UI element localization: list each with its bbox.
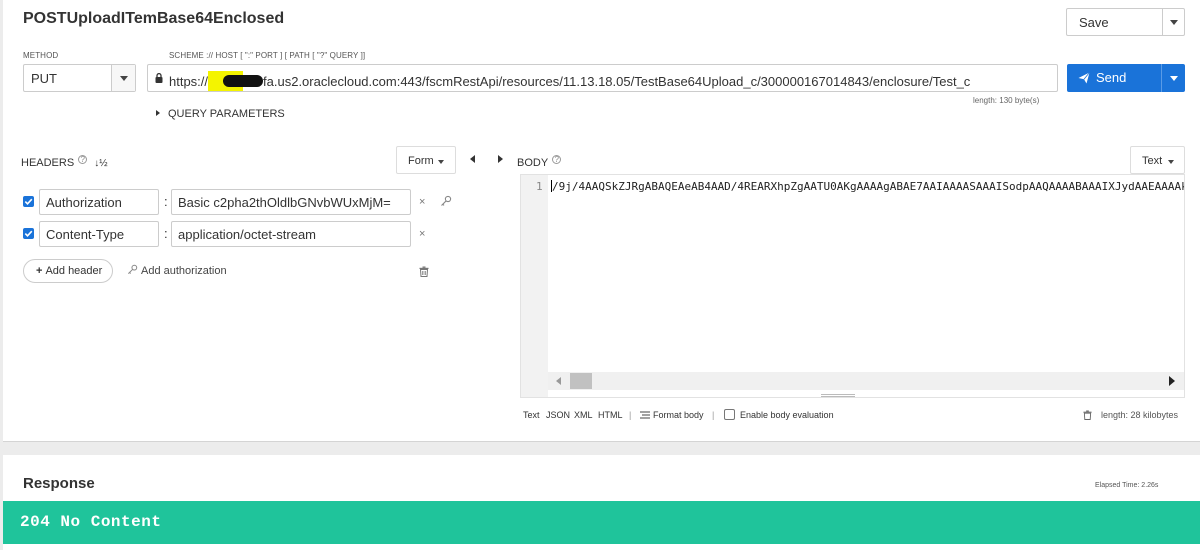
chevron-down-icon <box>438 160 444 164</box>
enable-body-evaluation-label: Enable body evaluation <box>740 410 834 420</box>
header-separator: : <box>164 194 168 209</box>
body-mode-button[interactable]: Text <box>1130 146 1185 174</box>
body-label: BODY <box>517 157 549 169</box>
status-text: 204 No Content <box>20 513 162 531</box>
trash-icon[interactable] <box>1083 410 1092 420</box>
save-button[interactable]: Save <box>1066 8 1185 36</box>
request-panel: POSTUploadITemBase64Enclosed Save METHOD… <box>3 0 1200 442</box>
remove-header-icon[interactable]: × <box>419 196 425 208</box>
header-name-input[interactable]: Content-Type <box>39 221 159 247</box>
format-html-option[interactable]: HTML <box>598 410 623 420</box>
help-icon[interactable]: ? <box>552 155 562 164</box>
save-dropdown-toggle[interactable] <box>1162 9 1184 35</box>
lock-icon <box>155 73 163 83</box>
header-name-text: Content-Type <box>46 227 125 242</box>
url-input[interactable]: https:// fa.us2.oraclecloud.com:443/fscmR… <box>147 64 1058 92</box>
check-icon <box>24 198 33 205</box>
chevron-down-icon <box>1170 76 1178 81</box>
separator: | <box>712 410 715 420</box>
url-label: SCHEME :// HOST [ ":" PORT ] [ PATH [ "?… <box>169 51 366 60</box>
header-value-text: Basic c2pha2thOldlbGNvbWUxMjM= <box>178 195 391 210</box>
response-panel: Response Elapsed Time: 2.26s 204 No Cont… <box>3 455 1200 550</box>
headers-mode-button[interactable]: Form <box>396 146 456 174</box>
resize-grip[interactable] <box>821 394 855 397</box>
header-name-text: Authorization <box>46 195 122 210</box>
method-select[interactable]: PUT <box>23 64 136 92</box>
key-icon <box>128 264 138 274</box>
query-parameters-label: QUERY PARAMETERS <box>168 108 285 120</box>
header-value-input[interactable]: application/octet-stream <box>171 221 411 247</box>
scroll-left-icon[interactable] <box>556 377 561 385</box>
headers-heading: HEADERS? ↓½ <box>21 155 108 169</box>
horizontal-scrollbar[interactable] <box>548 372 1184 390</box>
method-dropdown-toggle[interactable] <box>111 65 135 91</box>
request-title[interactable]: POSTUploadITemBase64Enclosed <box>23 10 284 28</box>
url-rest: fa.us2.oraclecloud.com:443/fscmRestApi/r… <box>263 74 971 89</box>
add-header-button[interactable]: + Add header <box>23 259 113 283</box>
send-label: Send <box>1096 70 1127 85</box>
send-button[interactable]: Send <box>1067 64 1185 92</box>
help-icon[interactable]: ? <box>78 155 88 164</box>
trash-icon[interactable] <box>419 266 429 277</box>
format-body-label: Format body <box>653 410 704 420</box>
collapse-right-icon[interactable] <box>498 155 503 163</box>
header-value-input[interactable]: Basic c2pha2thOldlbGNvbWUxMjM= <box>171 189 411 215</box>
chevron-down-icon <box>120 76 128 81</box>
method-value: PUT <box>31 71 57 86</box>
elapsed-time: Elapsed Time: 2.26s <box>1095 482 1159 489</box>
check-icon <box>24 230 33 237</box>
chevron-down-icon <box>1168 160 1174 164</box>
format-json-option[interactable]: JSON <box>546 410 570 420</box>
method-label: METHOD <box>23 51 59 60</box>
header-separator: : <box>164 226 168 241</box>
sort-icon[interactable]: ↓½ <box>94 158 107 169</box>
body-editor[interactable]: 1 /9j/4AAQSkZJRgABAQEAeAB4AAD/4REARXhpZg… <box>520 174 1185 398</box>
save-label: Save <box>1079 15 1109 30</box>
url-length: length: 130 byte(s) <box>973 96 1040 105</box>
format-text-option[interactable]: Text <box>523 410 540 420</box>
chevron-down-icon <box>1170 20 1178 25</box>
paper-plane-icon <box>1078 72 1090 84</box>
add-header-label: Add header <box>45 265 103 277</box>
header-enabled-checkbox[interactable] <box>23 228 34 239</box>
header-value-text: application/octet-stream <box>178 227 317 242</box>
body-content[interactable]: /9j/4AAQSkZJRgABAQEAeAB4AAD/4REARXhpZgAA… <box>551 180 1184 193</box>
collapse-left-icon[interactable] <box>470 155 475 163</box>
format-xml-option[interactable]: XML <box>574 410 593 420</box>
status-bar: 204 No Content <box>3 501 1200 544</box>
separator: | <box>629 410 632 420</box>
send-dropdown-toggle[interactable] <box>1162 64 1185 92</box>
query-parameters-toggle[interactable]: QUERY PARAMETERS <box>156 108 285 120</box>
response-title: Response <box>23 475 95 492</box>
align-lines-icon <box>640 411 650 419</box>
url-text: https:// fa.us2.oraclecloud.com:443/fscmR… <box>169 71 970 91</box>
header-enabled-checkbox[interactable] <box>23 196 34 207</box>
scroll-right-icon[interactable] <box>1169 376 1175 386</box>
format-body-button[interactable]: Format body <box>640 410 704 420</box>
headers-label: HEADERS <box>21 157 75 169</box>
add-authorization-label: Add authorization <box>141 265 227 277</box>
body-length: length: 28 kilobytes <box>1101 410 1179 420</box>
url-redaction <box>223 75 264 87</box>
remove-header-icon[interactable]: × <box>419 228 425 240</box>
header-name-input[interactable]: Authorization <box>39 189 159 215</box>
editor-gutter <box>521 175 548 397</box>
line-number: 1 <box>536 180 543 193</box>
plus-icon: + <box>36 265 43 277</box>
body-heading: BODY? <box>517 155 562 169</box>
add-authorization-link[interactable]: Add authorization <box>127 264 227 277</box>
body-text: /9j/4AAQSkZJRgABAQEAeAB4AAD/4REARXhpZgAA… <box>552 180 1184 193</box>
scrollbar-thumb[interactable] <box>570 373 592 389</box>
headers-mode-label: Form <box>408 155 434 167</box>
key-icon[interactable] <box>440 195 452 207</box>
url-prefix: https:// <box>169 74 209 89</box>
enable-body-evaluation-checkbox[interactable] <box>724 409 735 420</box>
caret-right-icon <box>156 110 160 116</box>
body-mode-label: Text <box>1142 155 1163 167</box>
